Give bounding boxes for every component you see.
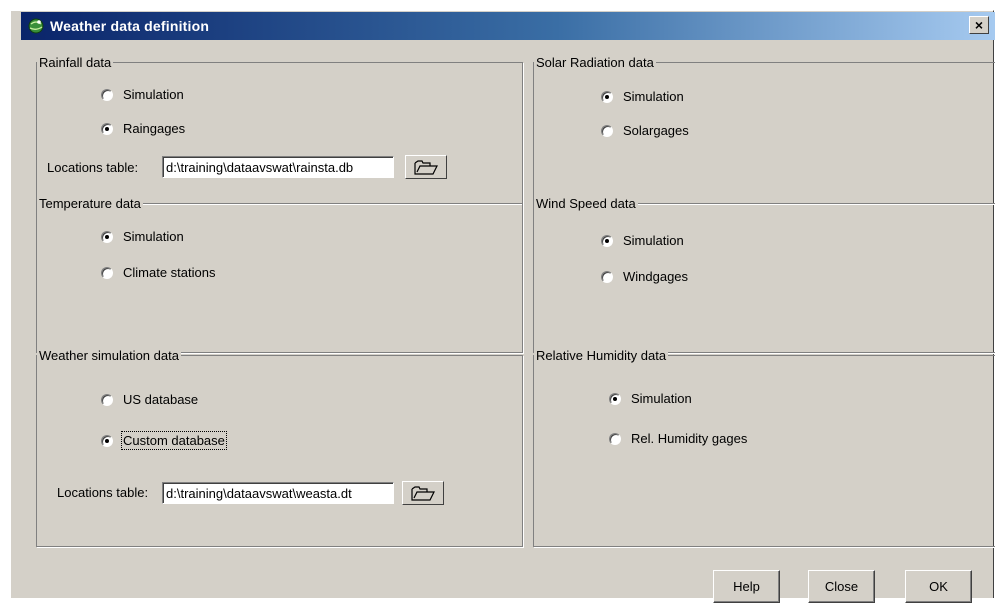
- wind-simulation-radio[interactable]: Simulation: [601, 233, 684, 248]
- radio-indicator: [101, 434, 113, 447]
- radio-indicator: [601, 90, 613, 103]
- solar-solargages-radio[interactable]: Solargages: [601, 123, 689, 138]
- weather-custom-database-radio[interactable]: Custom database: [101, 431, 227, 450]
- temperature-simulation-radio[interactable]: Simulation: [101, 229, 184, 244]
- radio-indicator: [101, 88, 113, 101]
- radio-label: Simulation: [631, 391, 692, 406]
- weather-locations-field[interactable]: d:\training\dataavswat\weasta.dt: [162, 482, 394, 504]
- radio-label: Simulation: [123, 229, 184, 244]
- weather-locations-label: Locations table:: [57, 485, 149, 500]
- radio-label: Custom database: [121, 431, 227, 450]
- radio-label: Rel. Humidity gages: [631, 431, 748, 446]
- globe-icon: [28, 18, 44, 34]
- close-button[interactable]: Close: [808, 570, 875, 603]
- radio-label: Raingages: [123, 121, 186, 136]
- rainfall-locations-field[interactable]: d:\training\dataavswat\rainsta.db: [162, 156, 394, 178]
- close-icon: ×: [974, 17, 984, 33]
- rainfall-locations-label: Locations table:: [47, 160, 139, 175]
- radio-indicator: [601, 270, 613, 283]
- humidity-simulation-radio[interactable]: Simulation: [609, 391, 692, 406]
- radio-indicator: [609, 392, 621, 405]
- radio-label: Simulation: [623, 89, 684, 104]
- radio-indicator: [101, 230, 113, 243]
- radio-indicator: [601, 234, 613, 247]
- solar-simulation-radio[interactable]: Simulation: [601, 89, 684, 104]
- rainfall-raingages-radio[interactable]: Raingages: [101, 121, 185, 136]
- radio-label: Simulation: [623, 233, 684, 248]
- close-window-button[interactable]: ×: [969, 16, 989, 34]
- radio-label: Solargages: [623, 123, 689, 138]
- wind-windgages-radio[interactable]: Windgages: [601, 269, 688, 284]
- temperature-climate-stations-radio[interactable]: Climate stations: [101, 265, 215, 280]
- radio-indicator: [601, 124, 613, 137]
- title-bar[interactable]: Weather data definition ×: [21, 12, 995, 40]
- weather-browse-button[interactable]: [402, 481, 444, 505]
- radio-indicator: [101, 266, 113, 279]
- temperature-group: Temperature data Simulation Climate stat…: [36, 196, 523, 353]
- radio-label: Windgages: [623, 269, 689, 284]
- weather-simulation-group: Weather simulation data US database Cust…: [36, 348, 523, 547]
- temperature-legend: Temperature data: [37, 196, 143, 211]
- window-title: Weather data definition: [50, 18, 210, 34]
- solar-legend: Solar Radiation data: [534, 55, 656, 70]
- weather-sim-legend: Weather simulation data: [37, 348, 181, 363]
- radio-indicator: [101, 393, 113, 406]
- ok-button[interactable]: OK: [905, 570, 972, 603]
- humidity-legend: Relative Humidity data: [534, 348, 669, 363]
- rainfall-group: Rainfall data Simulation Raingages Locat…: [36, 55, 523, 204]
- wind-legend: Wind Speed data: [534, 196, 638, 211]
- rainfall-simulation-radio[interactable]: Simulation: [101, 87, 184, 102]
- radio-label: Simulation: [123, 87, 184, 102]
- relative-humidity-group: Relative Humidity data Simulation Rel. H…: [533, 348, 995, 547]
- radio-indicator: [101, 122, 113, 135]
- folder-open-icon: [411, 485, 435, 501]
- wind-speed-group: Wind Speed data Simulation Windgages: [533, 196, 995, 353]
- folder-open-icon: [414, 159, 438, 175]
- radio-indicator: [609, 432, 621, 445]
- humidity-gages-radio[interactable]: Rel. Humidity gages: [609, 431, 747, 446]
- rainfall-browse-button[interactable]: [405, 155, 447, 179]
- radio-label: Climate stations: [123, 265, 216, 280]
- help-button[interactable]: Help: [713, 570, 780, 603]
- weather-us-database-radio[interactable]: US database: [101, 392, 198, 407]
- rainfall-legend: Rainfall data: [37, 55, 114, 70]
- radio-label: US database: [123, 392, 199, 407]
- solar-radiation-group: Solar Radiation data Simulation Solargag…: [533, 55, 995, 204]
- weather-dialog: Weather data definition × Rainfall data …: [10, 10, 995, 603]
